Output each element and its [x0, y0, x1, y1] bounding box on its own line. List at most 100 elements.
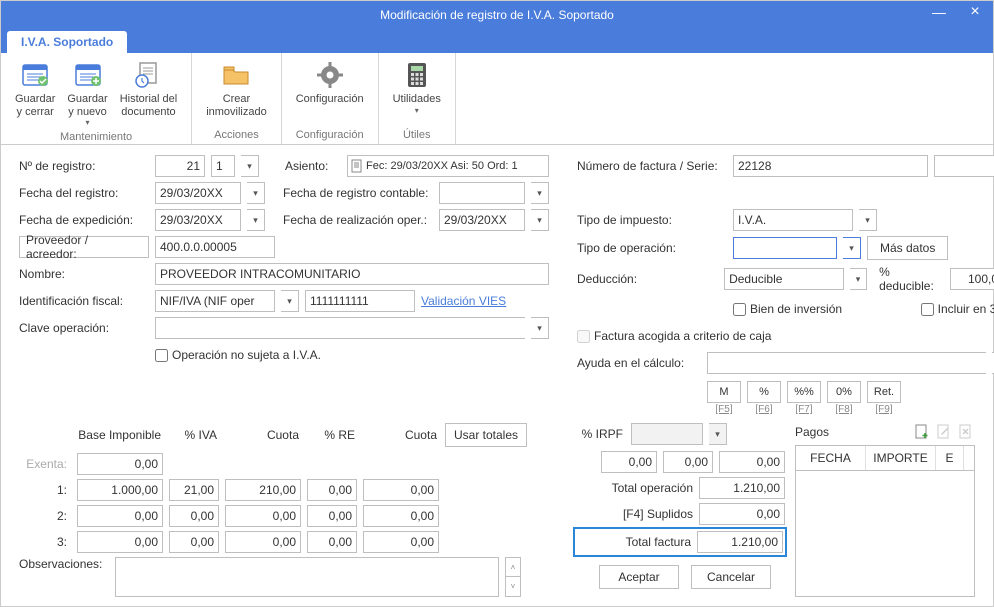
r2-cuota-input[interactable] [225, 505, 301, 527]
configuracion-button[interactable]: Configuración [290, 57, 370, 108]
incluir-347-checkbox[interactable]: Incluir en 347 [921, 302, 994, 316]
bien-inversion-checkbox[interactable]: Bien de inversión [733, 302, 842, 316]
help-pct-button[interactable]: % [747, 381, 781, 403]
tab-iva-soportado[interactable]: I.V.A. Soportado [7, 31, 127, 53]
fecha-registro-input[interactable] [155, 182, 241, 204]
irpf-v1-input[interactable] [601, 451, 657, 473]
window-title: Modificación de registro de I.V.A. Sopor… [380, 8, 614, 22]
help-pctpct-button[interactable]: %% [787, 381, 821, 403]
num-factura-input[interactable] [733, 155, 928, 177]
cancelar-button[interactable]: Cancelar [691, 565, 771, 589]
col-re-header: % RE [307, 428, 357, 442]
guardar-nuevo-button[interactable]: Guardar y nuevo ▾ [61, 57, 113, 129]
row1-label: 1: [19, 483, 71, 497]
r3-re-input[interactable] [307, 531, 357, 553]
r3-iva-input[interactable] [169, 531, 219, 553]
deduccion-select[interactable] [724, 268, 844, 290]
pct-deducible-label: % deducible: [879, 265, 944, 293]
r2-re-input[interactable] [307, 505, 357, 527]
deduccion-dropdown[interactable]: ▾ [850, 268, 867, 290]
minimize-button[interactable]: — [921, 1, 957, 23]
r3-base-input[interactable] [77, 531, 163, 553]
ident-valor-input[interactable] [305, 290, 415, 312]
col-cuota-header: Cuota [225, 428, 301, 442]
r2-cuota2-input[interactable] [363, 505, 439, 527]
mas-datos-button[interactable]: Más datos [867, 236, 948, 260]
col-cuota2-header: Cuota [363, 428, 439, 442]
usar-totales-button[interactable]: Usar totales [445, 423, 527, 447]
observaciones-textarea[interactable] [115, 557, 499, 597]
r3-cuota-input[interactable] [225, 531, 301, 553]
obs-up-button[interactable]: ˄ [505, 557, 521, 577]
ayuda-calculo-select[interactable] [707, 352, 986, 374]
col-base-header: Base Imponible [77, 428, 163, 442]
serie-input[interactable] [934, 155, 994, 177]
total-operacion-input[interactable] [699, 477, 785, 499]
fecha-contable-dropdown[interactable]: ▾ [531, 182, 549, 204]
tipo-operacion-dropdown[interactable]: ▾ [843, 237, 861, 259]
num-registro-seq-input[interactable] [211, 155, 235, 177]
pagos-edit-button[interactable] [935, 423, 953, 441]
col-iva-header: % IVA [169, 428, 219, 442]
ident-tipo-dropdown[interactable]: ▾ [281, 290, 299, 312]
r2-iva-input[interactable] [169, 505, 219, 527]
pagos-delete-button[interactable] [957, 423, 975, 441]
chevron-down-icon: ▾ [86, 118, 90, 127]
nombre-input[interactable] [155, 263, 549, 285]
r1-base-input[interactable] [77, 479, 163, 501]
ident-fiscal-label: Identificación fiscal: [19, 294, 149, 308]
asiento-button[interactable]: Fec: 29/03/20XX Asi: 50 Ord: 1 [347, 155, 549, 177]
f6-hint: [F6] [747, 404, 781, 415]
pagos-table[interactable]: FECHA IMPORTE E [795, 445, 975, 597]
aceptar-button[interactable]: Aceptar [599, 565, 679, 589]
pagos-add-button[interactable] [913, 423, 931, 441]
suplidos-input[interactable] [699, 503, 785, 525]
ident-tipo-select[interactable] [155, 290, 275, 312]
obs-down-button[interactable]: ˅ [505, 577, 521, 597]
f8-hint: [F8] [827, 404, 861, 415]
crear-inmovilizado-button[interactable]: Crear inmovilizado [200, 57, 273, 120]
utilidades-button[interactable]: Utilidades ▾ [387, 57, 447, 117]
tipo-operacion-select[interactable] [733, 237, 837, 259]
clave-operacion-dropdown[interactable]: ▾ [531, 317, 549, 339]
r3-cuota2-input[interactable] [363, 531, 439, 553]
proveedor-label: Proveedor / acreedor: [19, 236, 149, 258]
r1-re-input[interactable] [307, 479, 357, 501]
ribbon-group-configuracion: Configuración [290, 127, 370, 144]
r2-base-input[interactable] [77, 505, 163, 527]
r1-iva-input[interactable] [169, 479, 219, 501]
pct-deducible-input[interactable] [950, 268, 994, 290]
num-registro-dropdown[interactable]: ▾ [241, 155, 259, 177]
row3-label: 3: [19, 535, 71, 549]
close-button[interactable]: × [957, 1, 993, 23]
fecha-registro-dropdown[interactable]: ▾ [247, 182, 265, 204]
col-irpf-header: % IRPF [575, 427, 625, 441]
clave-operacion-select[interactable] [155, 317, 525, 339]
tipo-impuesto-dropdown[interactable]: ▾ [859, 209, 877, 231]
fecha-oper-dropdown[interactable]: ▾ [531, 209, 549, 231]
num-registro-input[interactable] [155, 155, 205, 177]
irpf-v2-input[interactable] [663, 451, 713, 473]
help-0pct-button[interactable]: 0% [827, 381, 861, 403]
guardar-cerrar-button[interactable]: Guardar y cerrar [9, 57, 61, 120]
r1-cuota-input[interactable] [225, 479, 301, 501]
fecha-contable-input[interactable] [439, 182, 525, 204]
help-ret-button[interactable]: Ret. [867, 381, 901, 403]
exenta-base-input[interactable] [77, 453, 163, 475]
chevron-down-icon: ▾ [415, 106, 419, 115]
fecha-exped-input[interactable] [155, 209, 241, 231]
help-m-button[interactable]: M [707, 381, 741, 403]
total-factura-input[interactable] [697, 531, 783, 553]
r1-cuota2-input[interactable] [363, 479, 439, 501]
exenta-label: Exenta: [19, 457, 71, 471]
fecha-oper-input[interactable] [439, 209, 525, 231]
no-sujeta-checkbox[interactable]: Operación no sujeta a I.V.A. [155, 348, 321, 362]
historial-button[interactable]: Historial del documento [114, 57, 183, 120]
validacion-vies-link[interactable]: Validación VIES [421, 294, 506, 308]
ribbon-group-mantenimiento: Mantenimiento [9, 129, 183, 146]
irpf-v3-input[interactable] [719, 451, 785, 473]
total-operacion-label: Total operación [575, 481, 693, 495]
proveedor-input[interactable] [155, 236, 275, 258]
fecha-exped-dropdown[interactable]: ▾ [247, 209, 265, 231]
tipo-impuesto-select[interactable] [733, 209, 853, 231]
